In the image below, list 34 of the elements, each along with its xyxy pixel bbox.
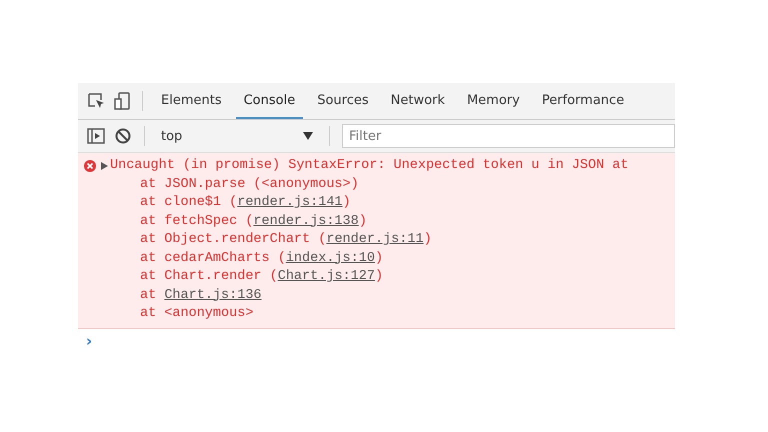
device-icon[interactable] [112,91,132,111]
stack-text: ) [342,195,351,210]
clear-console-icon[interactable] [114,127,132,145]
source-link[interactable]: render.js:138 [253,214,359,228]
tab[interactable]: Network [382,83,453,119]
stack-text: at Object.renderChart ( [140,232,326,247]
context-dropdown[interactable]: top [157,128,317,144]
stack-text: ) [424,232,432,247]
source-link[interactable]: render.js:11 [326,232,424,247]
tab[interactable]: Sources [309,83,377,119]
tab[interactable]: Memory [458,83,528,119]
filter-field[interactable]: Filter [342,124,675,148]
stack-text: ) [374,269,384,284]
stack-text: at cedarAmCharts ( [140,250,286,266]
sidebar-toggle-icon[interactable] [86,126,106,146]
source-link[interactable]: render.js:141 [237,195,343,210]
source-link[interactable]: Chart.js:127 [278,269,375,284]
source-link[interactable]: Chart.js:136 [164,288,262,302]
caret-icon [303,132,313,140]
stack-text: ) [358,214,367,228]
error-icon [84,160,96,172]
tab[interactable]: Elements [153,83,230,119]
stack-text: at Chart.render ( [140,269,278,284]
prompt-chevron: › [86,332,92,350]
stack-text: ) [374,250,384,266]
stack-line: at JSON.parse (<anonymous>) [139,176,360,194]
stack-text: at fetchSpec ( [140,214,254,228]
stack-line: at <anonymous> [139,305,254,323]
stack-text: at clone$1 ( [140,195,238,210]
expand-arrow-icon[interactable] [101,162,108,170]
stack-text: at [140,288,158,302]
source-link[interactable]: index.js:10 [286,250,375,266]
error-message: Uncaught (in promise) SyntaxError: Unexpected token u in JSON at [110,157,628,175]
tab[interactable]: Performance [534,83,632,119]
